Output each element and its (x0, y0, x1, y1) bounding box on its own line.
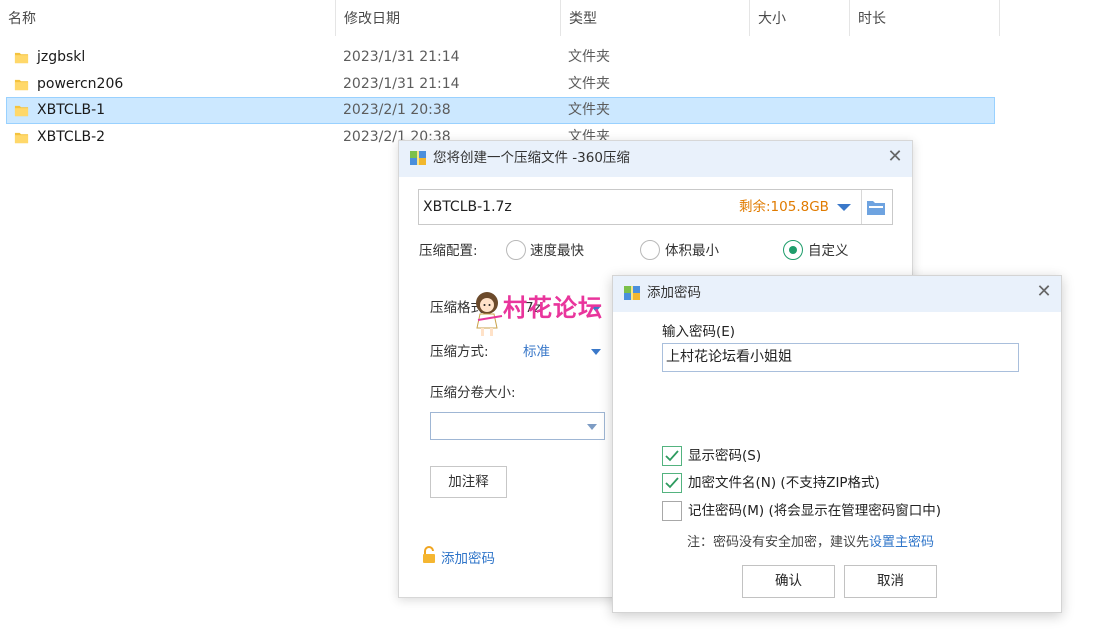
split-size-label: 压缩分卷大小: (430, 385, 516, 401)
radio-custom[interactable] (783, 240, 803, 260)
watermark: 村花论坛 (472, 290, 632, 340)
file-date: 2023/1/31 21:14 (343, 76, 460, 92)
folder-icon (14, 105, 29, 117)
radio-custom-label[interactable]: 自定义 (808, 241, 849, 261)
close-icon[interactable]: ✕ (885, 147, 905, 167)
radio-fastest-label[interactable]: 速度最快 (530, 241, 584, 261)
close-icon[interactable]: ✕ (1034, 282, 1054, 302)
column-duration[interactable]: 时长 (850, 0, 1000, 36)
file-date: 2023/2/1 20:38 (343, 102, 451, 118)
file-name: XBTCLB-2 (37, 129, 106, 145)
checkmark-icon (665, 477, 679, 489)
archive-app-icon (410, 151, 426, 165)
radio-fastest[interactable] (506, 240, 526, 260)
table-row[interactable]: jzgbskl 2023/1/31 21:14 文件夹 (6, 44, 995, 71)
table-row[interactable]: powercn206 2023/1/31 21:14 文件夹 (6, 71, 995, 98)
password-dialog: 添加密码 ✕ 输入密码(E) 上村花论坛看小姐姐 显示密码(S) 加密文件名(N… (612, 275, 1062, 613)
password-label: 输入密码(E) (662, 324, 736, 340)
remember-password-checkbox[interactable] (662, 501, 682, 521)
add-password-link[interactable]: 添加密码 (441, 549, 495, 569)
filename-input[interactable]: XBTCLB-1.7z (423, 190, 512, 225)
remember-password-label[interactable]: 记住密码(M) (将会显示在管理密码窗口中) (688, 501, 941, 521)
config-label: 压缩配置: (419, 243, 478, 259)
chevron-down-icon[interactable] (837, 204, 851, 211)
file-name: jzgbskl (37, 49, 86, 65)
dialog-titlebar[interactable]: 您将创建一个压缩文件 -360压缩 ✕ (399, 141, 912, 177)
unlock-icon (423, 546, 435, 563)
chevron-down-icon[interactable] (587, 424, 597, 430)
watermark-girl-icon (476, 292, 503, 336)
show-password-label[interactable]: 显示密码(S) (688, 446, 761, 466)
column-size[interactable]: 大小 (750, 0, 850, 36)
remaining-space: 剩余:105.8GB (739, 199, 829, 215)
file-name: powercn206 (37, 76, 124, 92)
folder-icon (14, 132, 29, 144)
column-name[interactable]: 名称 (0, 0, 336, 36)
folder-icon (14, 79, 29, 91)
column-type[interactable]: 类型 (561, 0, 750, 36)
file-date: 2023/1/31 21:14 (343, 49, 460, 65)
filename-combobox[interactable]: XBTCLB-1.7z 剩余:105.8GB (418, 189, 893, 225)
note-text: 注：密码没有安全加密，建议先 (687, 535, 870, 550)
dialog-titlebar[interactable]: 添加密码 ✕ (613, 276, 1061, 312)
password-input[interactable]: 上村花论坛看小姐姐 (662, 343, 1019, 372)
column-header: 名称 修改日期 类型 大小 时长 (0, 0, 1000, 36)
show-password-checkbox[interactable] (662, 446, 682, 466)
folder-icon (14, 52, 29, 64)
chevron-down-icon[interactable] (591, 349, 601, 355)
encrypt-filenames-label[interactable]: 加密文件名(N) (不支持ZIP格式) (688, 473, 880, 493)
checkmark-icon (665, 450, 679, 462)
set-master-password-link[interactable]: 设置主密码 (869, 535, 934, 550)
watermark-text: 村花论坛 (503, 294, 603, 322)
add-comment-button[interactable]: 加注释 (430, 466, 507, 498)
method-select[interactable]: 标准 (523, 342, 550, 362)
file-type: 文件夹 (568, 102, 610, 118)
file-name: XBTCLB-1 (37, 102, 106, 118)
dialog-title: 您将创建一个压缩文件 -360压缩 (433, 150, 630, 166)
file-type: 文件夹 (568, 76, 610, 92)
radio-smallest[interactable] (640, 240, 660, 260)
security-note: 注：密码没有安全加密，建议先设置主密码 (687, 533, 934, 553)
archive-app-icon (624, 286, 640, 300)
split-size-select[interactable] (430, 412, 605, 440)
cancel-button[interactable]: 取消 (844, 565, 937, 598)
radio-smallest-label[interactable]: 体积最小 (665, 241, 719, 261)
browse-folder-icon[interactable] (866, 199, 886, 216)
encrypt-filenames-checkbox[interactable] (662, 473, 682, 493)
method-label: 压缩方式: (430, 344, 489, 360)
file-type: 文件夹 (568, 49, 610, 65)
divider (861, 190, 862, 224)
dialog-title: 添加密码 (647, 285, 701, 301)
column-date[interactable]: 修改日期 (336, 0, 561, 36)
ok-button[interactable]: 确认 (742, 565, 835, 598)
table-row-selected[interactable]: XBTCLB-1 2023/2/1 20:38 文件夹 (6, 97, 995, 124)
